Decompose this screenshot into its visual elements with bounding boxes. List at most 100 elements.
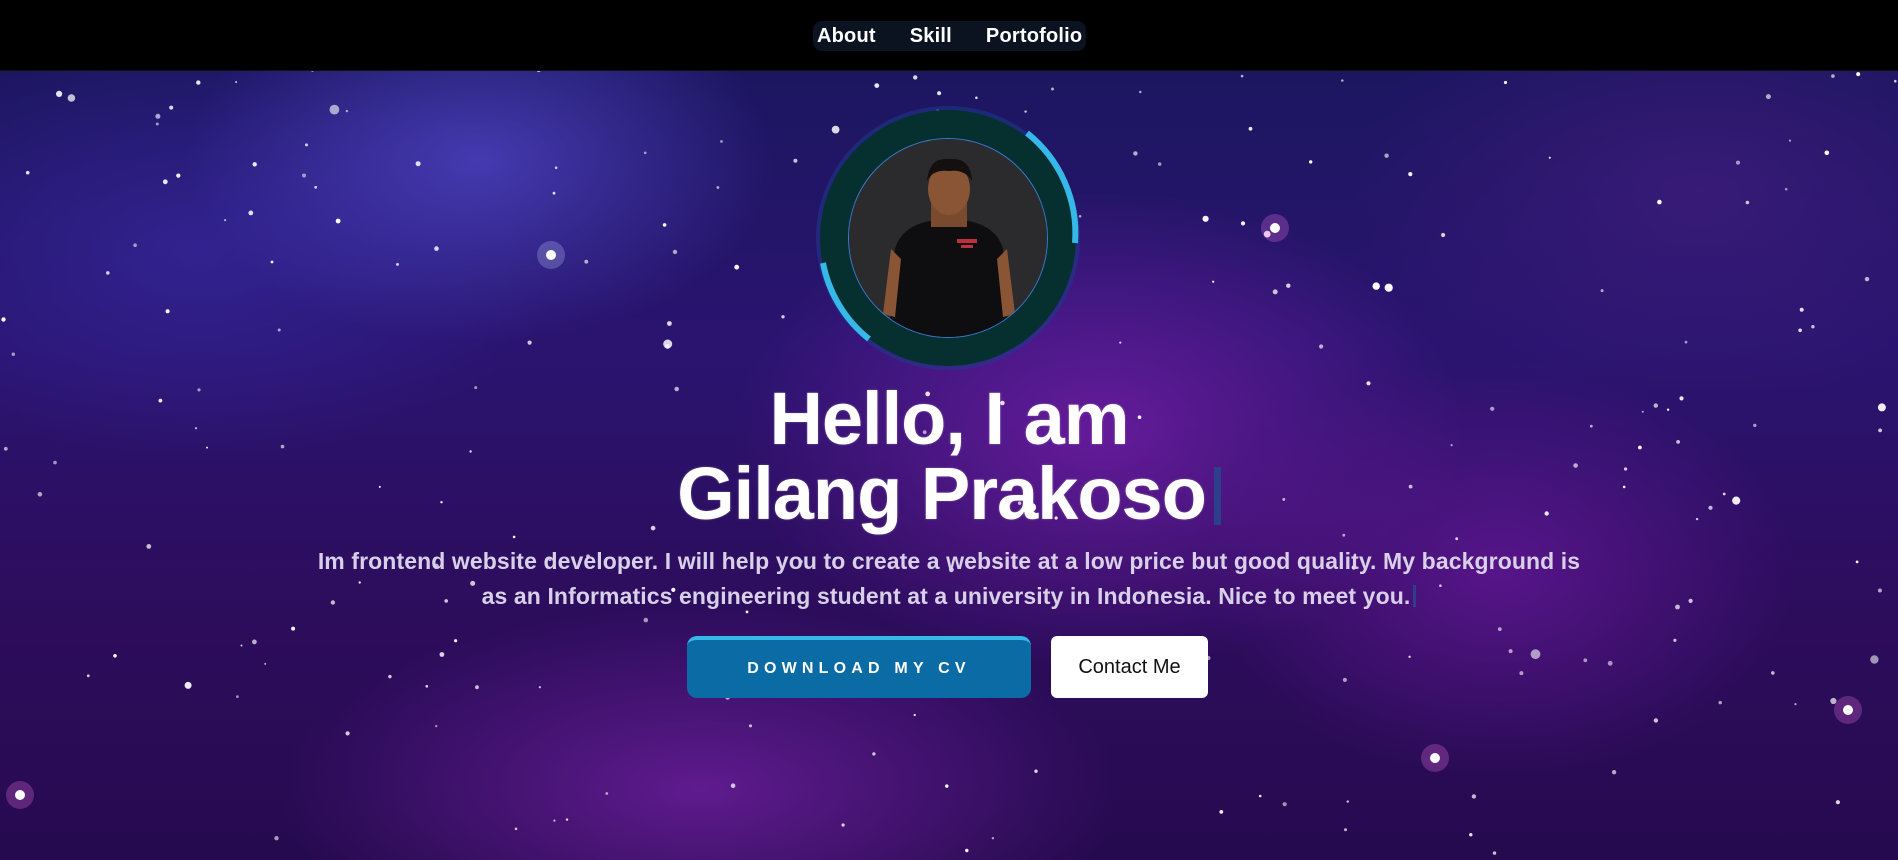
- star: [554, 166, 558, 169]
- star: [781, 315, 785, 319]
- glow-star: [1843, 705, 1853, 715]
- hero-title-line1-text: Hello, I am: [769, 377, 1129, 460]
- star: [439, 652, 445, 657]
- star: [1051, 87, 1054, 91]
- star: [1342, 677, 1347, 682]
- star: [1830, 697, 1837, 705]
- star: [1798, 328, 1802, 333]
- star: [1544, 511, 1549, 516]
- star: [194, 427, 198, 430]
- star: [1607, 660, 1613, 666]
- star: [913, 713, 916, 717]
- star: [184, 681, 192, 689]
- star: [514, 827, 518, 831]
- star: [53, 460, 57, 465]
- star: [248, 210, 254, 216]
- star: [415, 161, 421, 167]
- star: [1490, 406, 1495, 411]
- star: [440, 501, 443, 504]
- nav-link-about[interactable]: About: [817, 25, 876, 48]
- typing-cursor-small: [1413, 585, 1417, 607]
- star: [224, 219, 227, 222]
- star: [146, 544, 152, 549]
- star: [302, 173, 306, 178]
- star: [872, 752, 876, 756]
- star: [56, 90, 63, 97]
- hero-title-name: Gilang Prakoso: [677, 452, 1207, 535]
- star: [1248, 126, 1253, 131]
- star: [1736, 160, 1740, 165]
- star: [605, 792, 609, 795]
- star: [1450, 444, 1453, 447]
- star: [1258, 794, 1262, 798]
- glow-star: [546, 250, 556, 260]
- nav-link-skill[interactable]: Skill: [910, 25, 952, 48]
- hero-description-text: Im frontend website developer. I will he…: [317, 548, 1581, 609]
- star: [1508, 649, 1513, 654]
- star: [274, 836, 279, 841]
- star: [396, 263, 399, 266]
- star: [305, 143, 308, 147]
- star: [3, 446, 8, 451]
- star: [1771, 671, 1775, 675]
- star: [158, 398, 163, 403]
- profile-avatar: [813, 103, 1083, 373]
- profile-photo: [848, 138, 1048, 338]
- star: [67, 94, 76, 102]
- star: [793, 158, 798, 163]
- star: [1309, 160, 1313, 164]
- star: [1589, 424, 1593, 428]
- star: [841, 823, 845, 827]
- star: [1139, 90, 1142, 94]
- star: [1530, 649, 1541, 660]
- star: [1583, 658, 1588, 663]
- star: [162, 179, 168, 185]
- star: [434, 246, 439, 251]
- navbar: About Skill Portofolio: [0, 0, 1898, 71]
- star: [1877, 403, 1886, 412]
- star: [1219, 810, 1224, 814]
- glow-star: [1430, 753, 1440, 763]
- star: [1469, 833, 1473, 837]
- star: [345, 109, 349, 113]
- star: [1794, 703, 1797, 706]
- star: [1384, 283, 1393, 292]
- star: [1673, 638, 1677, 642]
- star: [1319, 344, 1324, 349]
- contact-me-button[interactable]: Contact Me: [1051, 636, 1208, 698]
- star: [1519, 671, 1524, 676]
- star: [291, 626, 296, 631]
- star: [1835, 800, 1840, 805]
- star: [1158, 162, 1162, 166]
- star: [1240, 221, 1246, 226]
- star: [716, 186, 720, 189]
- typing-cursor: [1213, 467, 1221, 525]
- star: [252, 639, 257, 645]
- star: [1641, 410, 1644, 413]
- star: [133, 243, 137, 247]
- star: [720, 140, 723, 143]
- star: [1286, 283, 1291, 288]
- star: [945, 784, 949, 788]
- star: [1855, 560, 1859, 564]
- star: [565, 818, 569, 821]
- download-cv-button[interactable]: Download My CV: [687, 636, 1031, 698]
- nav-link-portofolio[interactable]: Portofolio: [986, 25, 1082, 48]
- star: [155, 122, 159, 126]
- star: [1653, 718, 1659, 723]
- star: [913, 75, 918, 80]
- star: [252, 162, 257, 167]
- star: [1503, 80, 1508, 85]
- star: [1745, 200, 1750, 205]
- star: [1548, 156, 1551, 159]
- star: [155, 113, 161, 119]
- star: [235, 81, 238, 83]
- star: [240, 644, 243, 647]
- star: [1666, 408, 1670, 411]
- star: [1341, 79, 1344, 82]
- star: [1600, 289, 1604, 293]
- star: [1688, 598, 1693, 604]
- star: [1622, 485, 1626, 489]
- person-photo-icon: [849, 139, 1047, 337]
- star: [425, 685, 429, 688]
